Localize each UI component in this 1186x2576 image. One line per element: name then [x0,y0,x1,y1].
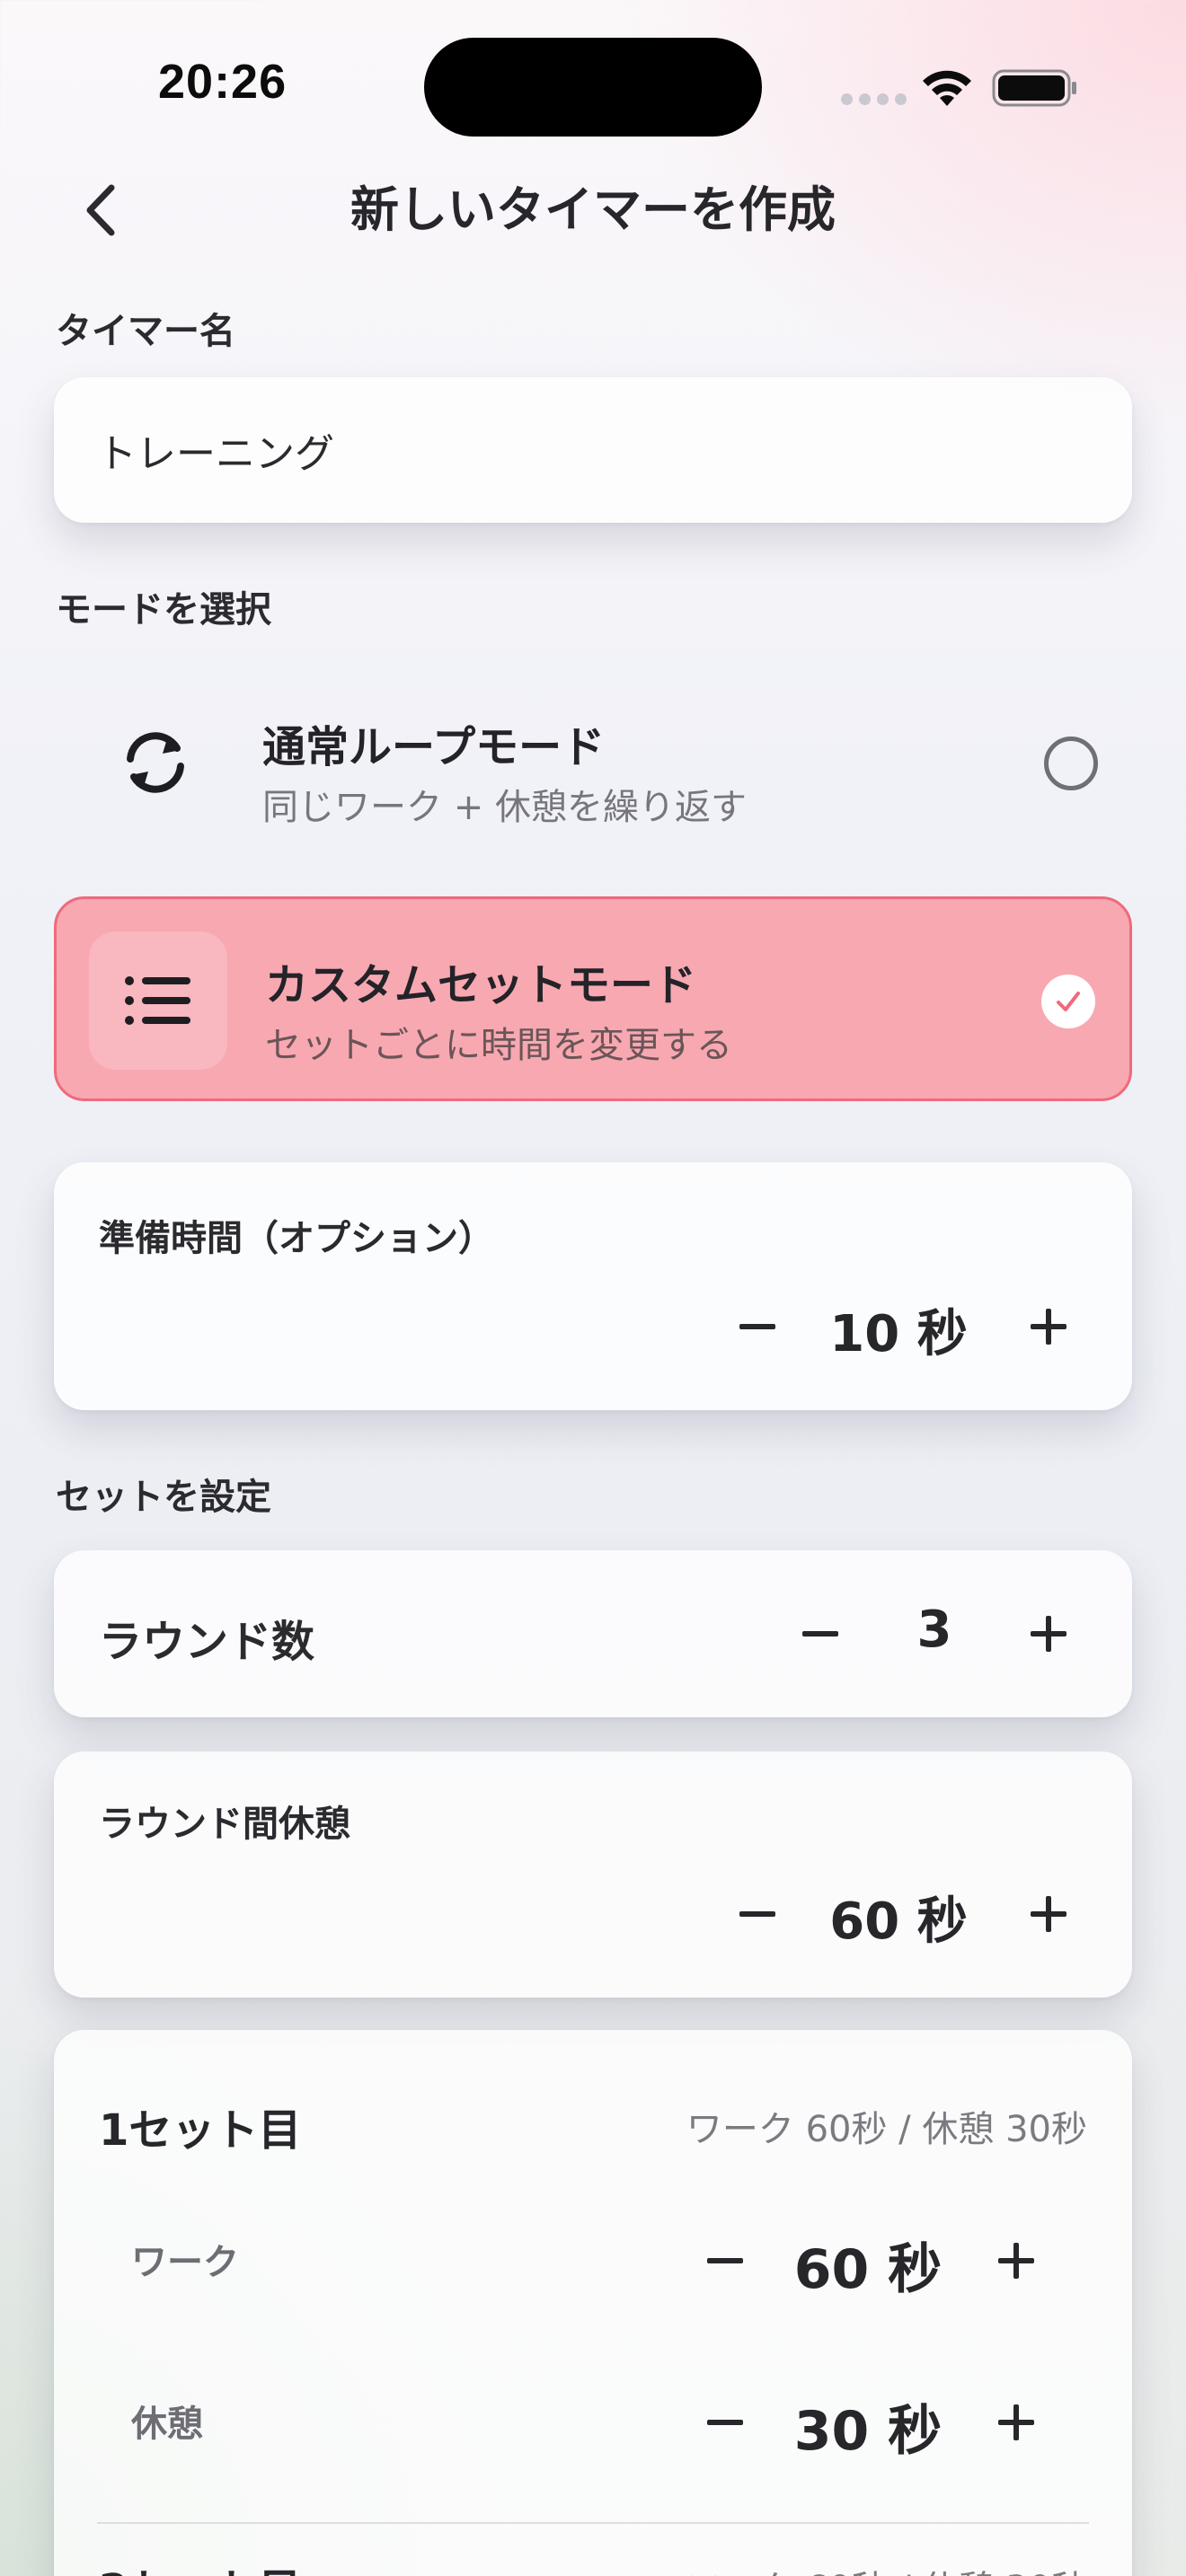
timer-name-label: タイマー名 [56,311,235,352]
mode-icon-box [89,931,227,1070]
minus-icon [739,1911,775,1917]
radio-unselected-icon[interactable] [1044,737,1098,790]
set-1-work-decrement-button[interactable] [694,2229,757,2292]
timer-name-input[interactable] [97,377,1085,523]
plus-icon [998,2404,1034,2440]
plus-icon [998,2243,1034,2279]
prep-time-value: 10 秒 [829,1305,968,1363]
set-2-title: 2セット目 [99,2554,301,2576]
list-icon [125,976,190,1025]
status-time: 20:26 [158,55,288,109]
repeat-icon [127,732,184,793]
set-1-work-value: 60 秒 [793,2238,943,2301]
mode-option-description: セットごとに時間を変更する [265,1025,732,1066]
mode-option-description: 同じワーク + 休憩を繰り返す [262,787,747,828]
mode-option-title: カスタムセットモード [265,960,697,1010]
timer-name-card [54,377,1132,523]
mode-icon-box [86,693,225,832]
set-1-rest-increment-button[interactable] [985,2391,1048,2454]
checkmark-icon [1057,992,1080,1011]
mode-option-custom-set[interactable]: カスタムセットモード セットごとに時間を変更する [54,896,1132,1101]
sets-label: セットを設定 [56,1477,271,1518]
battery-icon [992,69,1076,107]
minus-icon [707,2420,743,2425]
round-rest-card: ラウンド間休憩 60 秒 [54,1751,1132,1998]
set-1-work-increment-button[interactable] [985,2229,1048,2292]
prep-time-card: 準備時間（オプション） 10 秒 [54,1162,1132,1410]
round-rest-increment-button[interactable] [1017,1883,1080,1945]
prep-time-increment-button[interactable] [1017,1295,1080,1358]
rounds-card: ラウンド数 3 [54,1550,1132,1717]
dynamic-island [424,38,762,137]
rounds-label: ラウンド数 [99,1617,315,1667]
set-1-summary: ワーク 60秒 / 休憩 30秒 [686,2109,1087,2150]
plus-icon [1031,1616,1067,1652]
rounds-value: 3 [916,1601,952,1659]
set-divider [97,2522,1089,2524]
page-title: 新しいタイマーを作成 [350,181,836,238]
minus-icon [739,1324,775,1329]
cellular-signal-icon [841,93,907,105]
mode-label: モードを選択 [56,589,271,631]
round-rest-label: ラウンド間休憩 [99,1804,350,1845]
prep-time-label: 準備時間（オプション） [99,1218,494,1259]
round-rest-value: 60 秒 [829,1892,968,1951]
set-1-rest-decrement-button[interactable] [694,2391,757,2454]
minus-icon [802,1631,838,1636]
set-1-rest-value: 30 秒 [793,2400,943,2463]
set-1-rest-label: 休憩 [131,2404,203,2445]
mode-option-title: 通常ループモード [262,722,606,772]
chevron-left-icon [86,184,115,236]
prep-time-decrement-button[interactable] [726,1295,789,1358]
set-1-work-label: ワーク [131,2242,239,2283]
rounds-decrement-button[interactable] [789,1602,852,1665]
minus-icon [707,2258,743,2263]
wifi-icon [923,70,971,106]
set-list-card: 1セット目 ワーク 60秒 / 休憩 30秒 ワーク 60 秒 休憩 30 秒 … [54,2030,1132,2576]
plus-icon [1031,1896,1067,1932]
mode-option-normal-loop[interactable]: 通常ループモード 同じワーク + 休憩を繰り返す [54,661,1132,866]
rounds-increment-button[interactable] [1017,1602,1080,1665]
plus-icon [1031,1309,1067,1345]
round-rest-decrement-button[interactable] [726,1883,789,1945]
back-button[interactable] [72,176,129,244]
radio-selected-check-icon[interactable] [1041,975,1095,1028]
set-1-title: 1セット目 [99,2105,302,2156]
status-bar: 20:26 [0,0,1186,171]
set-2-summary: ワーク 60秒 / 休憩 30秒 [686,2560,1087,2576]
